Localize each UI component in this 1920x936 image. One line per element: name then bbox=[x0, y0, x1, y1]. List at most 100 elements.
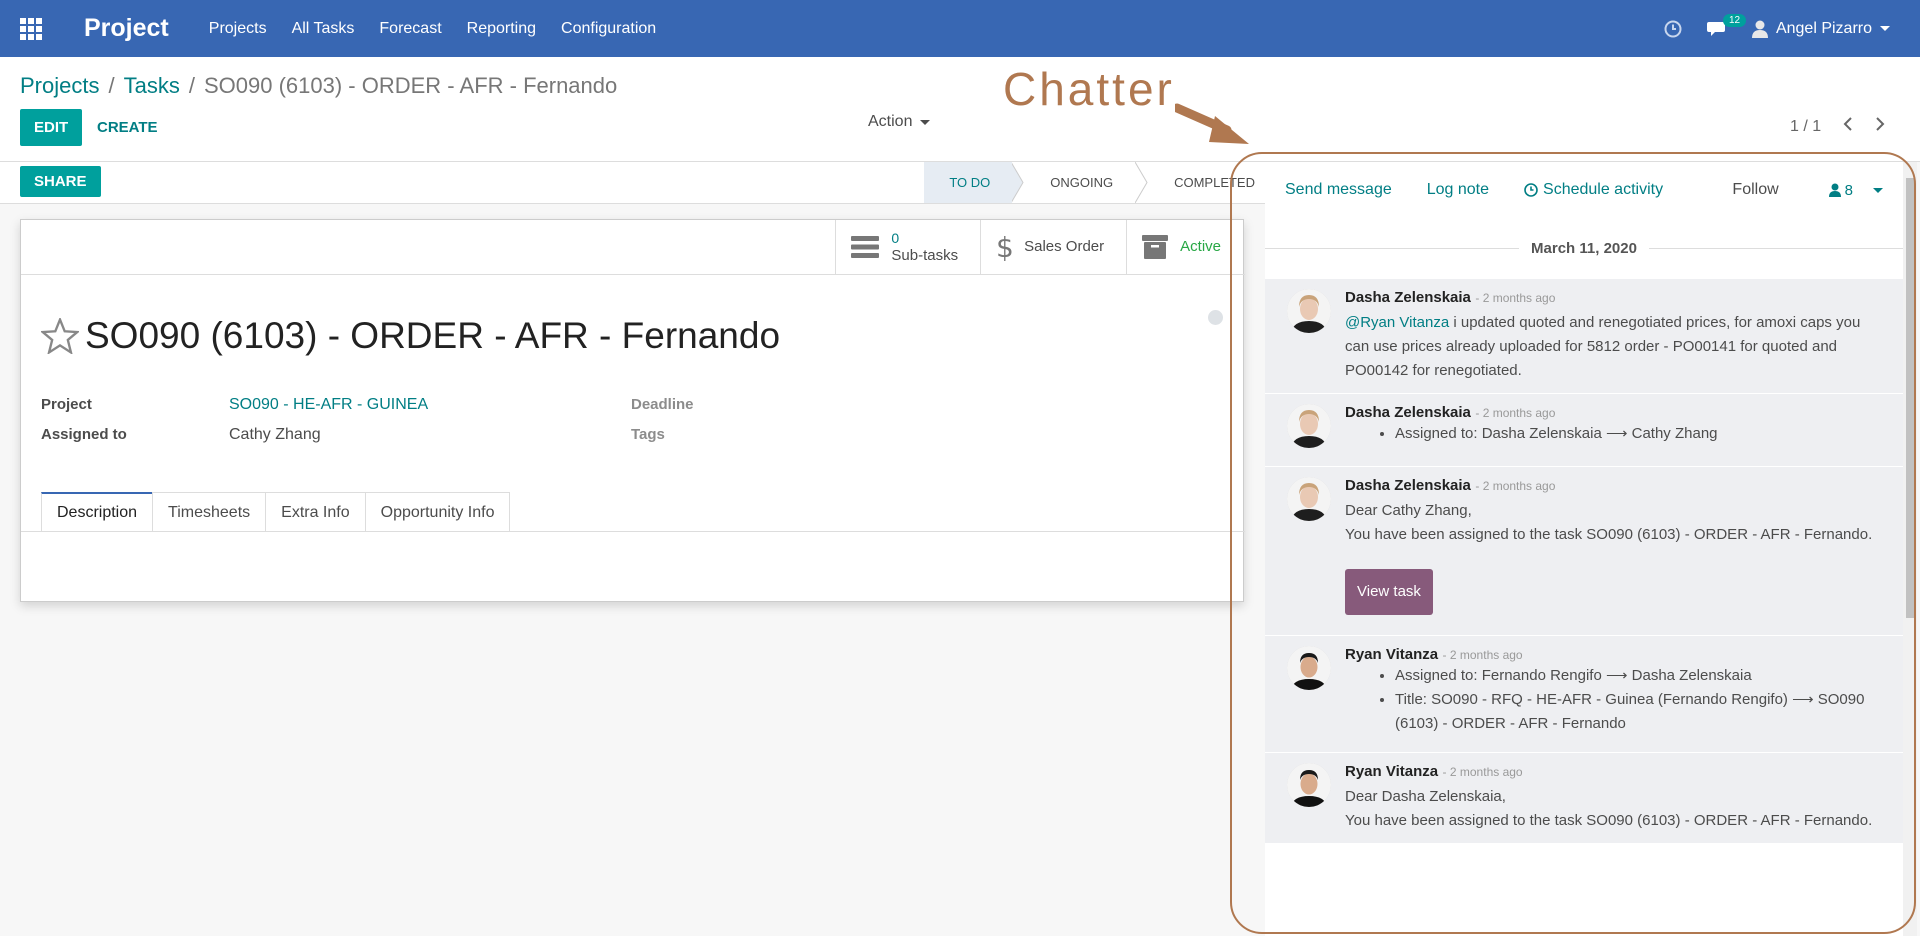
message-greeting: Dear Dasha Zelenskaia, bbox=[1345, 788, 1506, 805]
tab-timesheets[interactable]: Timesheets bbox=[152, 492, 267, 532]
user-menu[interactable]: Angel Pizarro bbox=[1751, 19, 1890, 38]
deadline-label: Deadline bbox=[631, 396, 694, 413]
author-avatar[interactable] bbox=[1287, 477, 1331, 521]
user-name: Angel Pizarro bbox=[1775, 19, 1872, 37]
activity-clock-icon[interactable] bbox=[1664, 20, 1682, 38]
scrollbar-thumb[interactable] bbox=[1906, 178, 1914, 618]
subtasks-count: 0 bbox=[891, 230, 900, 246]
chevron-down-icon bbox=[1880, 26, 1890, 31]
edit-button[interactable]: EDIT bbox=[20, 109, 83, 146]
chevron-down-icon bbox=[920, 119, 931, 125]
stage-completed[interactable]: COMPLETED bbox=[1149, 162, 1265, 203]
menu-all-tasks[interactable]: All Tasks bbox=[292, 20, 355, 38]
app-brand[interactable]: Project bbox=[84, 14, 169, 43]
message-mention[interactable]: @Ryan Vitanza bbox=[1345, 314, 1449, 331]
author-avatar[interactable] bbox=[1287, 289, 1331, 333]
author-avatar[interactable] bbox=[1287, 646, 1331, 690]
followers-count: 8 bbox=[1844, 181, 1853, 199]
assigned-to-label: Assigned to bbox=[41, 426, 127, 443]
tracking-item: Assigned to: Fernando Rengifo ⟶ Dasha Ze… bbox=[1395, 664, 1883, 688]
date-separator-label: March 11, 2020 bbox=[1519, 239, 1649, 257]
menu-forecast[interactable]: Forecast bbox=[379, 20, 441, 38]
create-button[interactable]: CREATE bbox=[97, 109, 158, 146]
task-title-row: SO090 (6103) - ORDER - AFR - Fernando bbox=[41, 315, 780, 357]
top-navbar: Project Projects All Tasks Forecast Repo… bbox=[0, 0, 1920, 57]
message-body: You have been assigned to the task SO090… bbox=[1345, 812, 1873, 829]
menu-configuration[interactable]: Configuration bbox=[561, 20, 656, 38]
chatter-annotation-label: Chatter bbox=[1003, 63, 1175, 115]
action-label: Action bbox=[868, 113, 913, 130]
tracking-list: Assigned to: Fernando Rengifo ⟶ Dasha Ze… bbox=[1395, 664, 1883, 736]
stage-to-do[interactable]: TO DO bbox=[924, 162, 1013, 203]
schedule-activity-button[interactable]: Schedule activity bbox=[1524, 181, 1663, 199]
pager: 1 / 1 bbox=[1790, 117, 1885, 136]
breadcrumb-projects[interactable]: Projects bbox=[20, 73, 99, 99]
tab-extra-info[interactable]: Extra Info bbox=[265, 492, 366, 532]
pager-value[interactable]: 1 / 1 bbox=[1790, 118, 1821, 136]
pager-previous-icon[interactable] bbox=[1843, 117, 1853, 136]
message-date: - 2 months ago bbox=[1442, 648, 1523, 662]
task-title: SO090 (6103) - ORDER - AFR - Fernando bbox=[85, 315, 781, 356]
menu-reporting[interactable]: Reporting bbox=[467, 20, 536, 38]
message-body: You have been assigned to the task SO090… bbox=[1345, 526, 1873, 543]
action-dropdown[interactable]: Action bbox=[868, 113, 931, 131]
menu-projects[interactable]: Projects bbox=[209, 20, 267, 38]
star-icon[interactable] bbox=[41, 318, 79, 354]
archive-icon bbox=[1142, 235, 1169, 259]
subtasks-button[interactable]: 0 Sub-tasks bbox=[836, 220, 982, 274]
tasks-list-icon bbox=[851, 235, 880, 259]
stage-label: ONGOING bbox=[1050, 175, 1114, 190]
clock-icon bbox=[1524, 183, 1538, 197]
archive-toggle-button[interactable]: Active bbox=[1127, 220, 1243, 274]
message-author: Ryan Vitanza bbox=[1345, 763, 1439, 780]
assigned-to-value: Cathy Zhang bbox=[229, 426, 321, 443]
breadcrumb-separator: / bbox=[188, 73, 195, 98]
messages-icon[interactable]: 12 bbox=[1706, 13, 1747, 38]
chatter-message: Ryan Vitanza - 2 months ago Dear Dasha Z… bbox=[1265, 752, 1903, 843]
messages-count-badge: 12 bbox=[1722, 13, 1747, 27]
breadcrumb-tasks[interactable]: Tasks bbox=[124, 73, 180, 99]
author-avatar[interactable] bbox=[1287, 763, 1331, 807]
message-author: Dasha Zelenskaia bbox=[1345, 404, 1471, 421]
chatter-message: Dasha Zelenskaia - 2 months ago Dear Cat… bbox=[1265, 466, 1903, 635]
kanban-state-indicator[interactable] bbox=[1208, 310, 1223, 325]
share-button[interactable]: SHARE bbox=[20, 166, 101, 197]
stage-divider-icon bbox=[1135, 162, 1148, 203]
chatter-message: Ryan Vitanza - 2 months ago Assigned to:… bbox=[1265, 635, 1903, 752]
user-avatar-icon bbox=[1751, 20, 1768, 38]
stage-ongoing[interactable]: ONGOING bbox=[1025, 162, 1135, 203]
control-panel: Projects / Tasks / SO090 (6103) - ORDER … bbox=[0, 57, 1920, 162]
followers-dropdown[interactable]: 8 bbox=[1828, 181, 1883, 199]
tab-description[interactable]: Description bbox=[41, 492, 154, 532]
message-author: Ryan Vitanza bbox=[1345, 646, 1439, 663]
view-task-button[interactable]: View task bbox=[1345, 569, 1433, 615]
apps-menu-icon[interactable] bbox=[0, 0, 62, 57]
form-sheet: 0 Sub-tasks $ Sales Order Active SO090 (… bbox=[20, 219, 1245, 602]
log-note-button[interactable]: Log note bbox=[1427, 181, 1489, 199]
tab-opportunity-info[interactable]: Opportunity Info bbox=[364, 492, 511, 532]
stage-divider-icon bbox=[1011, 162, 1024, 203]
tracking-item: Assigned to: Dasha Zelenskaia ⟶ Cathy Zh… bbox=[1395, 422, 1883, 446]
breadcrumb: Projects / Tasks / SO090 (6103) - ORDER … bbox=[20, 73, 617, 99]
form-statusbar: SHARE TO DO ONGOING COMPLETED bbox=[0, 162, 1265, 204]
message-date: - 2 months ago bbox=[1475, 406, 1556, 420]
active-status-label: Active bbox=[1180, 238, 1221, 255]
tags-label: Tags bbox=[631, 426, 665, 443]
follow-button[interactable]: Follow bbox=[1732, 181, 1778, 199]
sales-order-button[interactable]: $ Sales Order bbox=[981, 220, 1128, 274]
dollar-icon: $ bbox=[996, 233, 1012, 261]
author-avatar[interactable] bbox=[1287, 404, 1331, 448]
send-message-button[interactable]: Send message bbox=[1285, 181, 1392, 199]
stage-label: COMPLETED bbox=[1174, 175, 1255, 190]
breadcrumb-separator: / bbox=[108, 73, 115, 98]
project-value[interactable]: SO090 - HE-AFR - GUINEA bbox=[229, 396, 428, 414]
chatter-scrollbar[interactable] bbox=[1903, 162, 1917, 936]
pager-next-icon[interactable] bbox=[1875, 117, 1885, 136]
schedule-activity-label: Schedule activity bbox=[1543, 181, 1664, 198]
message-greeting: Dear Cathy Zhang, bbox=[1345, 502, 1472, 519]
message-date: - 2 months ago bbox=[1475, 479, 1556, 493]
chatter-message: Dasha Zelenskaia - 2 months ago Assigned… bbox=[1265, 393, 1903, 466]
user-icon bbox=[1828, 183, 1841, 197]
project-label: Project bbox=[41, 396, 92, 413]
divider bbox=[21, 274, 1245, 275]
